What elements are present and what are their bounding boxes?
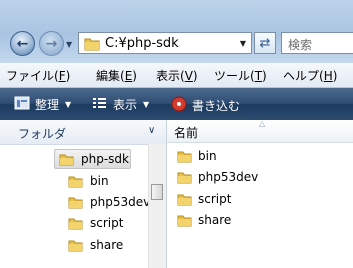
tree-item-label: bin xyxy=(90,174,109,188)
nav-scrollbar[interactable] xyxy=(148,144,166,268)
menu-help-paren: ) xyxy=(332,69,338,83)
file-item-label: script xyxy=(198,192,232,206)
search-placeholder: 検索 xyxy=(288,38,313,52)
sort-ascending-icon: △ xyxy=(259,119,266,128)
navigation-pane: フォルダ ∨ php-sdk bin php53dev script share xyxy=(0,120,167,268)
refresh-button[interactable]: ⇄ xyxy=(254,32,276,54)
folder-icon xyxy=(68,217,83,230)
folder-icon xyxy=(177,214,192,227)
view-button[interactable]: 表示 ▼ xyxy=(92,96,149,113)
search-input[interactable]: 検索 xyxy=(281,32,353,54)
organize-icon xyxy=(14,96,30,113)
file-list-pane: △ 名前 bin php53dev script share xyxy=(167,119,353,268)
burn-disc-icon xyxy=(171,96,187,115)
menu-edit[interactable]: 編集(E) xyxy=(96,67,137,84)
view-dropdown-icon: ▼ xyxy=(143,100,150,109)
burn-label: 書き込む xyxy=(192,99,241,113)
address-input[interactable]: C:¥php-sdk ▼ xyxy=(78,32,252,54)
column-header-label: 名前 xyxy=(174,126,199,140)
file-item-bin[interactable]: bin xyxy=(177,146,217,166)
view-label: 表示 xyxy=(113,98,138,112)
folder-icon xyxy=(177,193,192,206)
menu-tools-label: ツール( xyxy=(214,69,255,83)
menu-file[interactable]: ファイル(F) xyxy=(6,67,70,84)
tree-item-label: script xyxy=(90,216,124,230)
folder-icon xyxy=(177,150,192,163)
forward-arrow-icon: → xyxy=(45,35,58,52)
menu-view[interactable]: 表示(V) xyxy=(156,67,198,84)
collapse-chevron-icon[interactable]: ∨ xyxy=(148,125,155,136)
menu-bar: ファイル(F) 編集(E) 表示(V) ツール(T) ヘルプ(H) xyxy=(0,63,353,88)
menu-file-accel: F xyxy=(58,69,66,83)
tree-item-bin[interactable]: bin xyxy=(68,171,109,191)
organize-label: 整理 xyxy=(35,98,60,112)
tree-item-label: php-sdk xyxy=(81,152,129,166)
address-dropdown-icon[interactable]: ▼ xyxy=(240,39,246,48)
file-item-script[interactable]: script xyxy=(177,189,231,209)
nav-scrollbar-thumb[interactable] xyxy=(151,184,163,200)
file-item-share[interactable]: share xyxy=(177,210,231,230)
menu-edit-paren: ) xyxy=(132,69,137,83)
file-item-label: php53dev xyxy=(198,170,259,184)
folder-icon xyxy=(84,37,100,54)
file-item-label: bin xyxy=(198,149,217,163)
back-arrow-icon: ← xyxy=(16,35,29,52)
folder-icon xyxy=(177,171,192,184)
folders-header-label: フォルダ xyxy=(18,127,67,141)
recent-pages-dropdown-icon[interactable]: ▼ xyxy=(66,40,72,49)
burn-button[interactable]: 書き込む xyxy=(171,96,240,115)
column-header-name[interactable]: △ 名前 xyxy=(167,119,353,143)
menu-view-accel: V xyxy=(184,69,193,83)
tree-item-share[interactable]: share xyxy=(68,235,123,255)
organize-dropdown-icon: ▼ xyxy=(65,100,72,109)
folders-header[interactable]: フォルダ ∨ xyxy=(0,120,166,145)
file-item-label: share xyxy=(198,213,232,227)
folder-icon xyxy=(59,153,74,166)
menu-help-label: ヘルプ( xyxy=(283,69,324,83)
folder-icon xyxy=(68,239,83,252)
address-path: C:¥php-sdk xyxy=(105,36,179,51)
file-item-php53dev[interactable]: php53dev xyxy=(177,167,258,187)
folder-icon xyxy=(68,196,83,209)
menu-file-label: ファイル( xyxy=(6,69,59,83)
folder-icon xyxy=(68,175,83,188)
menu-file-paren: ) xyxy=(65,69,71,83)
menu-tools[interactable]: ツール(T) xyxy=(214,67,267,84)
menu-edit-label: 編集( xyxy=(96,69,125,83)
tree-item-script[interactable]: script xyxy=(68,213,123,233)
command-bar: 整理 ▼ 表示 ▼ 書き込む xyxy=(0,88,353,120)
address-bar-area: ← → ▼ C:¥php-sdk ▼ ⇄ 検索 xyxy=(0,0,353,63)
refresh-icon: ⇄ xyxy=(259,35,271,51)
view-icon xyxy=(92,96,108,113)
back-button[interactable]: ← xyxy=(10,31,35,56)
organize-button[interactable]: 整理 ▼ xyxy=(14,96,71,113)
tree-item-php53dev[interactable]: php53dev xyxy=(68,192,150,212)
tree-item-label: php53dev xyxy=(90,195,151,209)
menu-help[interactable]: ヘルプ(H) xyxy=(283,67,337,84)
menu-view-label: 表示( xyxy=(156,69,185,83)
menu-tools-accel: T xyxy=(254,69,263,83)
tree-item-label: share xyxy=(90,238,124,252)
menu-help-accel: H xyxy=(323,69,333,83)
menu-view-paren: ) xyxy=(192,69,198,83)
forward-button[interactable]: → xyxy=(39,31,64,56)
tree-item-php-sdk[interactable]: php-sdk xyxy=(54,149,131,169)
menu-tools-paren: ) xyxy=(262,69,267,83)
